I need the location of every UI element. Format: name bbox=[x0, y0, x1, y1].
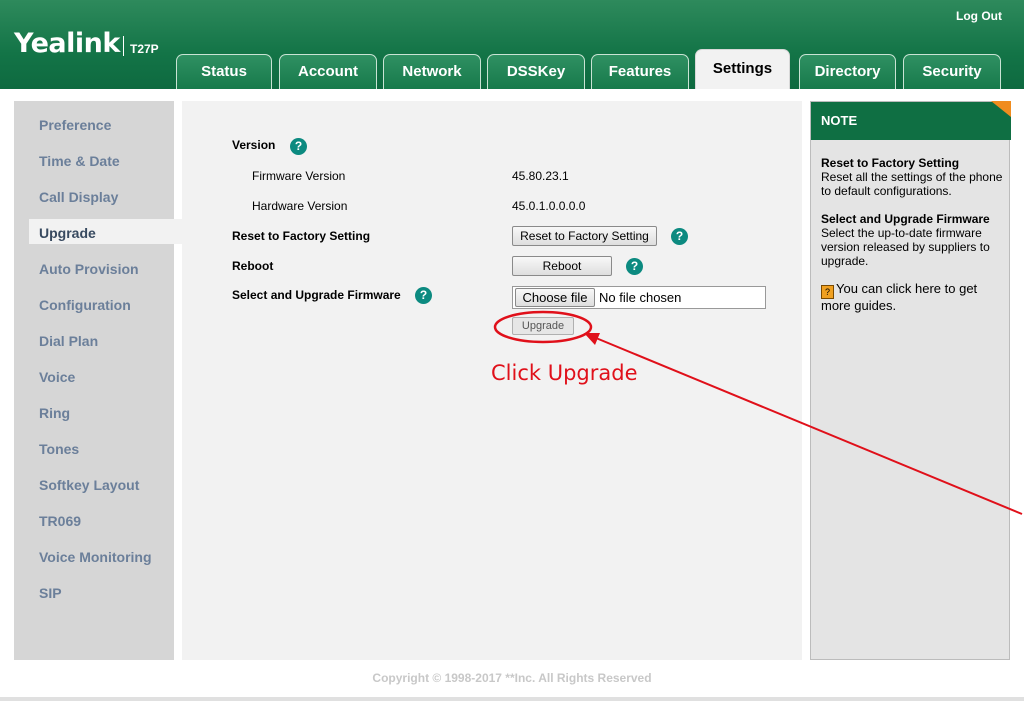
annotation-text: Click Upgrade bbox=[491, 361, 638, 385]
sidebar-item-configuration[interactable]: Configuration bbox=[39, 297, 131, 313]
note-firmware-text: Select the up-to-date firmware version r… bbox=[821, 226, 990, 268]
firmware-file-input[interactable]: Choose file No file chosen bbox=[512, 286, 766, 309]
reboot-button[interactable]: Reboot bbox=[512, 256, 612, 276]
settings-sidebar: Preference Time & Date Call Display Upgr… bbox=[14, 101, 183, 660]
tab-directory[interactable]: Directory bbox=[799, 54, 896, 89]
logout-link[interactable]: Log Out bbox=[956, 9, 1002, 23]
tab-settings[interactable]: Settings bbox=[695, 49, 790, 89]
sidebar-item-ring[interactable]: Ring bbox=[39, 405, 70, 421]
note-body: Reset to Factory Setting Reset all the s… bbox=[821, 156, 1003, 327]
tab-network[interactable]: Network bbox=[383, 54, 481, 89]
version-heading: Version bbox=[232, 138, 276, 152]
reset-factory-button[interactable]: Reset to Factory Setting bbox=[512, 226, 657, 246]
note-reset-heading: Reset to Factory Setting bbox=[821, 156, 960, 170]
copyright-footer: Copyright © 1998-2017 **Inc. All Rights … bbox=[372, 671, 652, 685]
top-header: Yealink T27P Log Out Status Account Netw… bbox=[0, 0, 1024, 89]
sidebar-item-time-date[interactable]: Time & Date bbox=[39, 153, 120, 169]
guide-book-icon: ? bbox=[821, 285, 834, 299]
brand-logo: Yealink bbox=[14, 28, 120, 59]
firmware-help-icon[interactable]: ? bbox=[415, 287, 432, 304]
firmware-version-value: 45.80.23.1 bbox=[512, 169, 569, 183]
choose-file-button[interactable]: Choose file bbox=[515, 288, 595, 307]
note-firmware-heading: Select and Upgrade Firmware bbox=[821, 212, 990, 226]
note-title: NOTE bbox=[821, 113, 858, 128]
sidebar-item-tones[interactable]: Tones bbox=[39, 441, 79, 457]
reset-factory-label: Reset to Factory Setting bbox=[232, 229, 371, 243]
guide-link-text: You can click here to get more guides. bbox=[821, 281, 978, 313]
sidebar-item-tr069[interactable]: TR069 bbox=[39, 513, 81, 529]
tab-dsskey[interactable]: DSSKey bbox=[487, 54, 585, 89]
firmware-upgrade-label: Select and Upgrade Firmware bbox=[232, 288, 401, 302]
version-help-icon[interactable]: ? bbox=[290, 138, 307, 155]
reboot-label: Reboot bbox=[232, 259, 274, 273]
tab-features[interactable]: Features bbox=[591, 54, 689, 89]
upgrade-button[interactable]: Upgrade bbox=[512, 317, 574, 335]
sidebar-item-sip[interactable]: SIP bbox=[39, 585, 62, 601]
sidebar-item-preference[interactable]: Preference bbox=[39, 117, 111, 133]
sidebar-item-auto-provision[interactable]: Auto Provision bbox=[39, 261, 139, 277]
reboot-help-icon[interactable]: ? bbox=[626, 258, 643, 275]
bottom-bar bbox=[0, 697, 1024, 701]
firmware-version-label: Firmware Version bbox=[252, 169, 346, 183]
sidebar-item-upgrade[interactable]: Upgrade bbox=[39, 225, 96, 241]
sidebar-item-call-display[interactable]: Call Display bbox=[39, 189, 118, 205]
note-corner-icon bbox=[991, 101, 1011, 117]
file-status-text: No file chosen bbox=[599, 290, 682, 305]
tab-account[interactable]: Account bbox=[279, 54, 377, 89]
note-reset-text: Reset all the settings of the phone to d… bbox=[821, 170, 1003, 198]
sidebar-item-softkey-layout[interactable]: Softkey Layout bbox=[39, 477, 139, 493]
note-panel: NOTE Reset to Factory Setting Reset all … bbox=[810, 101, 1011, 660]
sidebar-item-voice[interactable]: Voice bbox=[39, 369, 75, 385]
logo-divider bbox=[123, 36, 124, 56]
hardware-version-value: 45.0.1.0.0.0.0 bbox=[512, 199, 586, 213]
note-header: NOTE bbox=[811, 102, 1011, 140]
hardware-version-label: Hardware Version bbox=[252, 199, 348, 213]
reset-help-icon[interactable]: ? bbox=[671, 228, 688, 245]
model-name: T27P bbox=[130, 42, 159, 56]
tab-status[interactable]: Status bbox=[176, 54, 272, 89]
sidebar-item-voice-monitoring[interactable]: Voice Monitoring bbox=[39, 549, 152, 565]
guide-link[interactable]: ? You can click here to get more guides. bbox=[821, 282, 1003, 313]
tab-security[interactable]: Security bbox=[903, 54, 1001, 89]
sidebar-item-dial-plan[interactable]: Dial Plan bbox=[39, 333, 98, 349]
